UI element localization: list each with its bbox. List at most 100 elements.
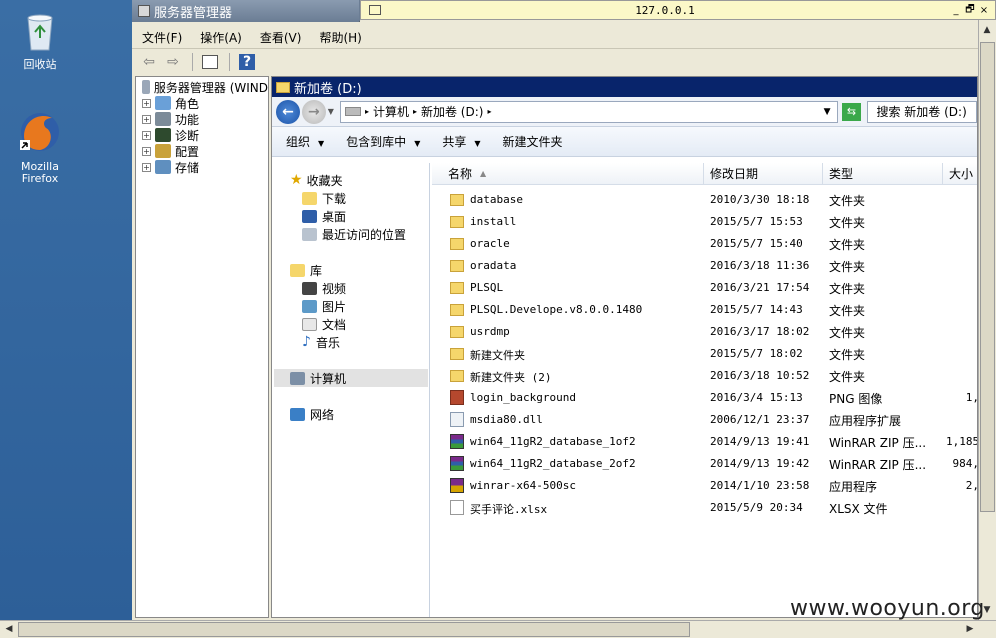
close-button[interactable]: ×: [977, 5, 991, 16]
breadcrumb-chevron-icon[interactable]: ▸: [365, 107, 369, 116]
tree-item-configuration[interactable]: + 配置: [136, 143, 268, 159]
file-row[interactable]: database 2010/3/30 18:18 文件夹: [432, 189, 977, 211]
breadcrumb-chevron-icon[interactable]: ▸: [413, 107, 417, 116]
file-row[interactable]: 新建文件夹 2015/5/7 18:02 文件夹: [432, 343, 977, 365]
tree-item-diagnostics[interactable]: + 诊断: [136, 127, 268, 143]
include-in-library-label: 包含到库中: [346, 135, 407, 149]
scroll-right-icon[interactable]: ▶: [962, 621, 978, 637]
nav-libraries[interactable]: 库: [290, 261, 322, 279]
pin-icon[interactable]: [369, 5, 381, 15]
explorer-panel: 新加卷 (D:) ← → ▼ ▸ 计算机 ▸ 新加卷 (D:) ▸ ▼ ⇆ 搜索…: [271, 76, 978, 618]
scroll-left-icon[interactable]: ◀: [1, 621, 17, 637]
organize-button[interactable]: 组织 ▼: [286, 133, 324, 150]
remote-desktop-bar: 127.0.0.1 _ 🗗 ×: [360, 0, 996, 20]
breadcrumb-drive[interactable]: 新加卷 (D:): [421, 103, 483, 120]
nav-videos[interactable]: 视频: [302, 279, 346, 297]
firefox-icon: [20, 113, 59, 151]
nav-forward-button[interactable]: →: [301, 99, 326, 124]
vertical-scroll-thumb[interactable]: [980, 42, 995, 512]
nav-documents[interactable]: 文档: [302, 315, 346, 333]
recycle-bin-shortcut[interactable]: 回收站: [0, 8, 80, 71]
menu-bar: 文件(F) 操作(A) 查看(V) 帮助(H): [132, 26, 978, 48]
forward-button[interactable]: ⇨: [162, 52, 184, 72]
desktop-icon: [302, 209, 317, 223]
vertical-scrollbar[interactable]: ▲ ▼: [978, 20, 996, 620]
tree-item-features[interactable]: + 功能: [136, 111, 268, 127]
file-date: 2006/12/1 23:37: [710, 413, 810, 426]
file-row[interactable]: win64_11gR2_database_1of2 2014/9/13 19:41…: [432, 431, 978, 453]
include-in-library-button[interactable]: 包含到库中 ▼: [346, 133, 420, 150]
expand-icon[interactable]: +: [142, 98, 151, 108]
breadcrumb-chevron-icon[interactable]: ▸: [487, 107, 491, 116]
back-button[interactable]: ⇦: [138, 52, 160, 72]
column-header-type[interactable]: 类型: [823, 163, 943, 185]
explorer-title-bar: 新加卷 (D:): [272, 77, 977, 97]
expand-icon[interactable]: +: [142, 146, 151, 156]
nav-computer[interactable]: 计算机: [274, 369, 428, 387]
file-name: PLSQL: [470, 281, 504, 294]
column-header-size[interactable]: 大小: [943, 163, 977, 185]
menu-action[interactable]: 操作(A): [200, 29, 242, 46]
file-row[interactable]: winrar-x64-500sc 2014/1/10 23:58 应用程序 2,: [432, 475, 977, 497]
menu-view[interactable]: 查看(V): [260, 29, 302, 46]
nav-desktop[interactable]: 桌面: [302, 207, 346, 225]
firefox-shortcut[interactable]: Mozilla Firefox: [0, 110, 80, 185]
help-button[interactable]: ?: [236, 52, 258, 72]
column-header-date[interactable]: 修改日期: [704, 163, 823, 185]
expand-icon[interactable]: +: [142, 130, 151, 140]
nav-music[interactable]: ♪ 音乐: [302, 333, 340, 351]
file-row[interactable]: usrdmp 2016/3/17 18:02 文件夹: [432, 321, 977, 343]
network-icon: [290, 407, 305, 421]
nav-favorites[interactable]: ★ 收藏夹: [290, 171, 343, 189]
file-type: 文件夹: [829, 260, 866, 274]
tree-item-roles[interactable]: + 角色: [136, 95, 268, 111]
new-folder-button[interactable]: 新建文件夹: [503, 133, 563, 150]
menu-help[interactable]: 帮助(H): [319, 29, 361, 46]
file-row[interactable]: oradata 2016/3/18 11:36 文件夹: [432, 255, 977, 277]
expand-icon[interactable]: +: [142, 162, 151, 172]
address-bar[interactable]: ▸ 计算机 ▸ 新加卷 (D:) ▸ ▼: [339, 100, 838, 123]
column-header-name[interactable]: 名称 ▲: [432, 163, 704, 185]
sort-ascending-icon: ▲: [480, 169, 487, 178]
menu-file[interactable]: 文件(F): [142, 29, 182, 46]
file-row[interactable]: PLSQL.Develope.v8.0.0.1480 2015/5/7 14:43…: [432, 299, 977, 321]
tree-item-storage[interactable]: + 存储: [136, 159, 268, 175]
file-date: 2016/3/21 17:54: [710, 281, 810, 294]
nav-recent-places-label: 最近访问的位置: [322, 227, 407, 242]
file-size: 1,185: [946, 435, 978, 448]
file-row[interactable]: 新建文件夹 (2) 2016/3/18 10:52 文件夹: [432, 365, 977, 387]
nav-pictures[interactable]: 图片: [302, 297, 346, 315]
show-hide-console-button[interactable]: [199, 52, 221, 72]
address-dropdown-icon[interactable]: ▼: [824, 107, 831, 117]
tree-root[interactable]: 服务器管理器 (WIND: [136, 79, 268, 95]
breadcrumb-computer[interactable]: 计算机: [373, 103, 409, 120]
recent-pages-chevron-icon[interactable]: ▼: [328, 107, 334, 116]
horizontal-scrollbar[interactable]: ◀ ▶: [0, 620, 996, 638]
scroll-up-icon[interactable]: ▲: [979, 22, 995, 38]
horizontal-scroll-thumb[interactable]: [18, 622, 690, 637]
server-manager-title-bar[interactable]: 服务器管理器: [132, 0, 373, 22]
file-row[interactable]: PLSQL 2016/3/21 17:54 文件夹: [432, 277, 977, 299]
expand-icon[interactable]: +: [142, 114, 151, 124]
nav-recent-places[interactable]: 最近访问的位置: [302, 225, 406, 243]
minimize-button[interactable]: _: [949, 5, 963, 16]
file-row[interactable]: 买手评论.xlsx 2015/5/9 20:34 XLSX 文件: [432, 497, 977, 519]
file-size: 984,: [952, 457, 978, 470]
folder-icon: [450, 194, 464, 206]
nav-desktop-label: 桌面: [322, 209, 347, 224]
search-input[interactable]: 搜索 新加卷 (D:): [867, 100, 977, 123]
music-icon: ♪: [302, 334, 311, 350]
file-name: 买手评论.xlsx: [470, 503, 548, 516]
refresh-button[interactable]: ⇆: [841, 102, 862, 121]
nav-network[interactable]: 网络: [290, 405, 334, 423]
file-row[interactable]: install 2015/5/7 15:53 文件夹: [432, 211, 977, 233]
back-arrow-icon: ←: [282, 103, 294, 120]
file-row[interactable]: msdia80.dll 2006/12/1 23:37 应用程序扩展: [432, 409, 977, 431]
file-row[interactable]: oracle 2015/5/7 15:40 文件夹: [432, 233, 977, 255]
nav-back-button[interactable]: ←: [276, 99, 300, 124]
file-row[interactable]: win64_11gR2_database_2of2 2014/9/13 19:42…: [432, 453, 978, 475]
restore-button[interactable]: 🗗: [963, 2, 977, 19]
file-row[interactable]: login_background 2016/3/4 15:13 PNG 图像 1,: [432, 387, 977, 409]
nav-downloads[interactable]: 下载: [302, 189, 346, 207]
share-button[interactable]: 共享 ▼: [442, 133, 480, 150]
